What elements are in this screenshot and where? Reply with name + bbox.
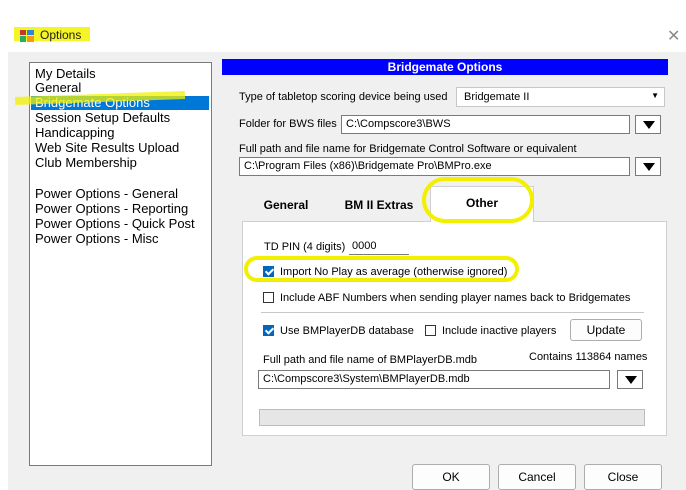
chevron-down-icon: ▼ <box>651 91 659 100</box>
include-abf-label: Include ABF Numbers when sending player … <box>280 292 631 304</box>
sidebar-item-power-options-reporting[interactable]: Power Options - Reporting <box>35 202 208 216</box>
include-inactive-checkbox[interactable] <box>425 325 436 336</box>
separator <box>261 312 644 313</box>
contains-names-label: Contains 113864 names <box>529 351 648 363</box>
update-button[interactable]: Update <box>570 319 642 341</box>
sidebar-item-my-details[interactable]: My Details <box>35 67 208 81</box>
panel-title: Bridgemate Options <box>222 59 668 75</box>
window-title: Options <box>40 28 82 42</box>
td-pin-input[interactable]: 0000 <box>349 236 409 255</box>
progress-bar <box>259 409 645 426</box>
bmplayerdb-path-input[interactable]: C:\Compscore3\System\BMPlayerDB.mdb <box>258 370 610 389</box>
device-type-value: Bridgemate II <box>464 91 530 103</box>
tab-highlight-circle <box>422 177 534 223</box>
sidebar-item-session-setup-defaults[interactable]: Session Setup Defaults <box>35 111 208 125</box>
td-pin-value: 0000 <box>352 240 377 252</box>
close-button[interactable]: Close <box>584 464 662 490</box>
cancel-button[interactable]: Cancel <box>498 464 576 490</box>
sidebar-item-power-options-quick-post[interactable]: Power Options - Quick Post <box>35 217 208 231</box>
sidebar-item-power-options-misc[interactable]: Power Options - Misc <box>35 232 208 246</box>
options-app-icon <box>20 30 34 42</box>
control-software-value: C:\Program Files (x86)\Bridgemate Pro\BM… <box>244 160 492 172</box>
triangle-down-icon <box>643 121 655 129</box>
db-path-label: Full path and file name of BMPlayerDB.md… <box>263 354 477 366</box>
options-category-list[interactable]: My Details General Bridgemate Options Se… <box>29 62 212 466</box>
device-type-select[interactable]: Bridgemate II ▼ <box>456 87 665 107</box>
sidebar-item-web-site-results-upload[interactable]: Web Site Results Upload <box>35 141 208 155</box>
triangle-down-icon <box>625 376 637 384</box>
close-icon[interactable]: ✕ <box>667 26 680 46</box>
td-pin-label: TD PIN (4 digits) <box>264 241 346 253</box>
bws-folder-browse-button[interactable] <box>635 115 661 134</box>
include-abf-checkbox[interactable] <box>263 292 274 303</box>
control-software-browse-button[interactable] <box>635 157 661 176</box>
use-bmplayerdb-label: Use BMPlayerDB database <box>280 325 414 337</box>
control-software-input[interactable]: C:\Program Files (x86)\Bridgemate Pro\BM… <box>239 157 630 176</box>
bmplayerdb-path-value: C:\Compscore3\System\BMPlayerDB.mdb <box>263 373 470 385</box>
device-type-label: Type of tabletop scoring device being us… <box>239 91 448 103</box>
include-inactive-label: Include inactive players <box>442 325 557 337</box>
bws-folder-input[interactable]: C:\Compscore3\BWS <box>341 115 630 134</box>
ok-button[interactable]: OK <box>412 464 490 490</box>
sidebar-item-handicapping[interactable]: Handicapping <box>35 126 208 140</box>
bws-folder-label: Folder for BWS files <box>239 118 337 130</box>
tab-general[interactable]: General <box>242 189 330 221</box>
tab-bm-ii-extras[interactable]: BM II Extras <box>336 189 422 221</box>
bws-folder-value: C:\Compscore3\BWS <box>346 118 451 130</box>
sidebar-item-club-membership[interactable]: Club Membership <box>35 156 208 170</box>
use-bmplayerdb-checkbox[interactable] <box>263 325 274 336</box>
import-no-play-highlight <box>244 256 519 282</box>
sidebar-item-power-options-general[interactable]: Power Options - General <box>35 187 208 201</box>
triangle-down-icon <box>643 163 655 171</box>
control-software-label: Full path and file name for Bridgemate C… <box>239 143 577 155</box>
bmplayerdb-browse-button[interactable] <box>617 370 643 389</box>
